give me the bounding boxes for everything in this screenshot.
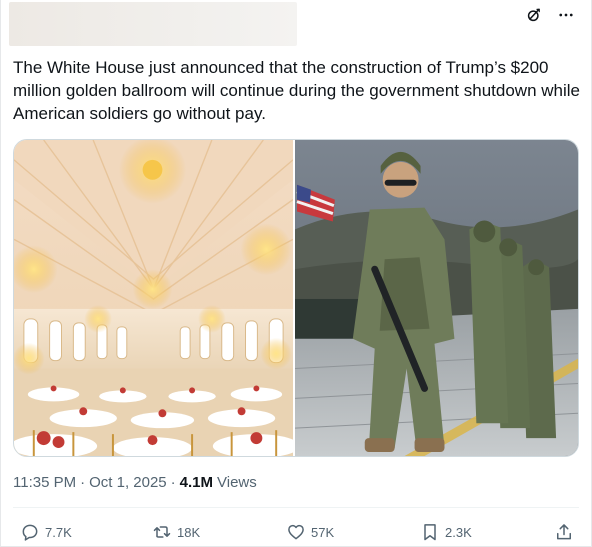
heart-icon <box>288 524 304 540</box>
like-button[interactable]: 57K <box>286 522 334 542</box>
bookmark-icon <box>424 524 436 541</box>
reply-count: 7.7K <box>45 524 72 540</box>
tweet-text: The White House just announced that the … <box>13 58 580 123</box>
tweet-meta: 11:35 PM · Oct 1, 2025 · 4.1M Views <box>13 474 257 491</box>
meta-separator: · <box>170 474 176 491</box>
more-icon[interactable] <box>555 4 577 26</box>
views-label: Views <box>217 474 257 491</box>
meta-separator: · <box>80 474 86 491</box>
share-button[interactable] <box>554 522 574 542</box>
top-actions <box>523 4 577 26</box>
grok-icon[interactable] <box>523 4 545 26</box>
views-count: 4.1M <box>179 474 214 491</box>
repost-count: 18K <box>177 524 201 540</box>
reply-button[interactable]: 7.7K <box>20 522 72 542</box>
bookmark-button[interactable]: 2.3K <box>420 522 472 542</box>
like-count: 57K <box>311 524 335 540</box>
repost-button[interactable]: 18K <box>152 522 200 542</box>
tweet-card: The White House just announced that the … <box>0 0 592 547</box>
tweet-date[interactable]: Oct 1, 2025 <box>89 474 167 491</box>
repost-icon <box>153 526 171 538</box>
action-bar: 7.7K 18K 57K 2.3K <box>1 522 591 546</box>
reply-icon <box>22 524 38 541</box>
divider <box>13 507 579 508</box>
tweet-time[interactable]: 11:35 PM <box>13 474 76 491</box>
soldiers-image[interactable] <box>295 140 578 456</box>
bookmark-count: 2.3K <box>445 524 472 540</box>
redacted-author-header <box>9 2 297 46</box>
media-grid <box>13 139 579 457</box>
ballroom-image[interactable] <box>14 140 295 456</box>
share-icon <box>557 524 571 540</box>
